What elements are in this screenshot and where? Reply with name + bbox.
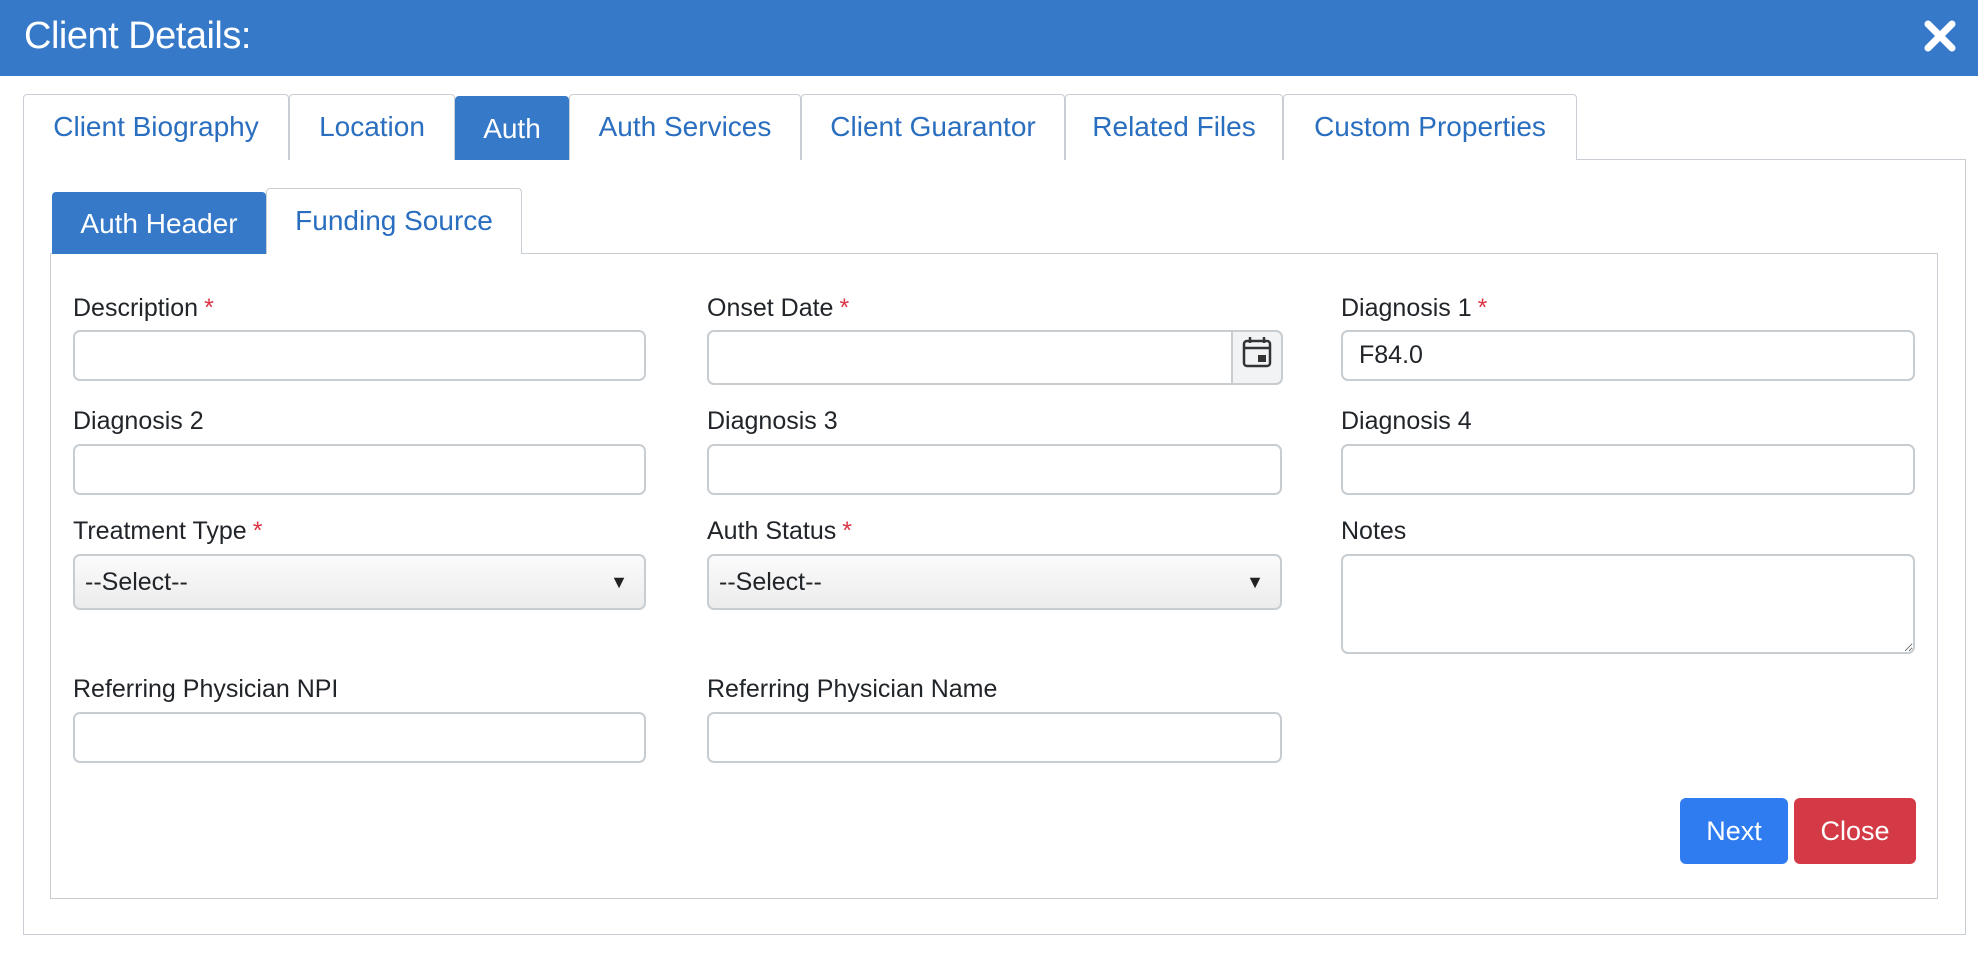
modal-header: Client Details:: [0, 0, 1978, 76]
treatment-type-select[interactable]: --Select-- ▼: [73, 554, 646, 610]
treatment-type-label: Treatment Type *: [73, 517, 263, 545]
required-marker: *: [1477, 294, 1488, 322]
diagnosis1-label: Diagnosis 1 *: [1341, 294, 1488, 322]
required-marker: *: [252, 517, 263, 545]
subtab-funding-source[interactable]: Funding Source: [266, 188, 522, 254]
treatment-type-selected: --Select--: [85, 568, 188, 596]
subtab-auth-header[interactable]: Auth Header: [52, 192, 266, 254]
required-marker: *: [839, 294, 850, 322]
calendar-icon: [1242, 337, 1272, 368]
modal-title: Client Details:: [24, 15, 251, 57]
auth-status-label: Auth Status *: [707, 517, 852, 545]
ref-npi-label: Referring Physician NPI: [73, 675, 339, 703]
notes-label: Notes: [1341, 517, 1407, 545]
caret-down-icon: ▼: [610, 572, 628, 592]
diagnosis3-label: Diagnosis 3: [707, 407, 838, 435]
tab-related-files[interactable]: Related Files: [1065, 94, 1283, 160]
caret-down-icon: ▼: [1246, 572, 1264, 592]
required-marker: *: [204, 294, 214, 322]
close-icon[interactable]: [1916, 12, 1964, 60]
diagnosis1-input[interactable]: [1341, 330, 1915, 381]
auth-status-select[interactable]: --Select-- ▼: [707, 554, 1282, 610]
notes-textarea[interactable]: [1341, 554, 1915, 654]
ref-name-label: Referring Physician Name: [707, 675, 998, 703]
ref-npi-input[interactable]: [73, 712, 646, 763]
onset-date-input[interactable]: [707, 330, 1233, 385]
onset-date-label: Onset Date *: [707, 294, 850, 322]
diagnosis2-input[interactable]: [73, 444, 646, 495]
description-input[interactable]: [73, 330, 646, 381]
close-button[interactable]: Close: [1794, 798, 1916, 864]
diagnosis4-label: Diagnosis 4: [1341, 407, 1472, 435]
diagnosis3-input[interactable]: [707, 444, 1282, 495]
tab-location[interactable]: Location: [289, 94, 455, 160]
tab-auth[interactable]: Auth: [455, 96, 569, 160]
tab-auth-services[interactable]: Auth Services: [569, 94, 801, 160]
tab-client-guarantor[interactable]: Client Guarantor: [801, 94, 1065, 160]
diagnosis2-label: Diagnosis 2: [73, 407, 204, 435]
next-button[interactable]: Next: [1680, 798, 1788, 864]
required-marker: *: [842, 517, 852, 545]
calendar-button[interactable]: [1232, 330, 1283, 385]
diagnosis4-input[interactable]: [1341, 444, 1915, 495]
description-label: Description *: [73, 294, 214, 322]
auth-status-selected: --Select--: [719, 568, 822, 596]
ref-name-input[interactable]: [707, 712, 1282, 763]
tab-custom-properties[interactable]: Custom Properties: [1283, 94, 1577, 160]
tab-client-biography[interactable]: Client Biography: [23, 94, 289, 160]
